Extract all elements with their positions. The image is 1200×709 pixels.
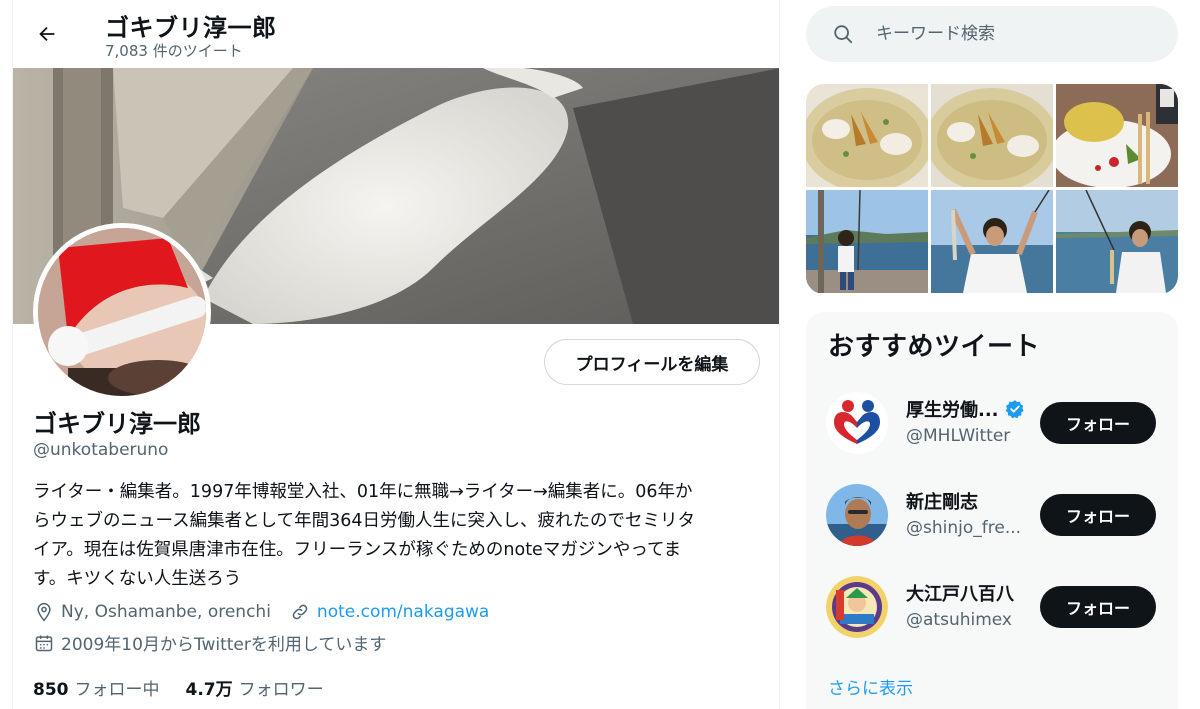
bio-line: イア。現在は佐賀県唐津市在住。フリーランスが稼ぐためのnoteマガジンやってま — [33, 540, 682, 560]
link-icon — [289, 601, 311, 623]
media-thumb-fishing-3[interactable] — [1056, 190, 1178, 293]
following-count: 850 — [33, 680, 69, 700]
recommended-handle: @MHLWitter — [906, 426, 1011, 446]
media-thumb-fishing-1[interactable] — [806, 190, 928, 293]
recommendations-title: おすすめツイート — [828, 332, 1041, 362]
profile-meta-row: Ny, Oshamanbe, orenchi note.com/nakagawa — [33, 601, 489, 623]
follow-button[interactable]: フォロー — [1040, 586, 1156, 628]
recommended-handle: @atsuhimex — [906, 610, 1012, 630]
profile-location: Ny, Oshamanbe, orenchi — [61, 602, 271, 622]
media-thumb-omelette[interactable] — [1056, 84, 1178, 187]
recommended-name: 厚生労働... — [906, 396, 1025, 422]
profile-column: ゴキブリ淳一郎 7,083 件のツイート プロフィールを編集 ゴキブリ淳一郎 @… — [12, 0, 780, 709]
back-button[interactable] — [31, 18, 63, 50]
recommended-account[interactable]: 新庄剛志 @shinjo_fre... フォロー — [806, 468, 1178, 558]
verified-badge-icon — [1005, 399, 1025, 419]
header-title: ゴキブリ淳一郎 — [105, 14, 277, 42]
search-bar[interactable] — [806, 6, 1178, 62]
tweet-count: 7,083 件のツイート — [105, 42, 243, 60]
media-thumb-fishing-2[interactable] — [931, 190, 1053, 293]
recommendations-panel: おすすめツイート 厚生労働... @MHLWitter フォロー 新庄剛志 @s… — [806, 312, 1178, 709]
recommended-account[interactable]: 大江戸八百八 @atsuhimex フォロー — [806, 560, 1178, 650]
recommended-name-text: 大江戸八百八 — [906, 584, 1014, 605]
profile-header-bar: ゴキブリ淳一郎 7,083 件のツイート — [13, 0, 779, 68]
show-more-link[interactable]: さらに表示 — [828, 674, 913, 699]
followers-count: 4.7万 — [185, 680, 233, 700]
profile-joined-date: 2009年10月からTwitterを利用しています — [61, 635, 387, 655]
media-thumb-ramen-2[interactable] — [931, 84, 1053, 187]
profile-handle: @unkotaberuno — [33, 440, 169, 460]
search-icon — [830, 21, 856, 47]
bio-line: ライター・編集者。1997年博報堂入社、01年に無職→ライター→編集者に。06年… — [33, 482, 693, 502]
avatar-photo — [38, 228, 206, 396]
bio-line: らウェブのニュース編集者として年間364日労働人生に突入し、疲れたのでセミリタ — [33, 511, 695, 531]
profile-bio: ライター・編集者。1997年博報堂入社、01年に無職→ライター→編集者に。06年… — [33, 478, 757, 594]
profile-website-link[interactable]: note.com/nakagawa — [317, 602, 489, 622]
followers-link[interactable]: 4.7万 フォロワー — [186, 675, 324, 700]
recommended-account[interactable]: 厚生労働... @MHLWitter フォロー — [806, 376, 1178, 466]
profile-avatar[interactable] — [33, 223, 211, 401]
recommended-handle: @shinjo_fre... — [906, 518, 1022, 538]
following-link[interactable]: 850 フォロー中 — [33, 675, 160, 700]
recommended-avatar — [826, 484, 888, 546]
recommended-name: 大江戸八百八 — [906, 580, 1014, 606]
media-grid — [806, 84, 1178, 294]
follow-button[interactable]: フォロー — [1040, 402, 1156, 444]
calendar-icon — [33, 632, 55, 654]
location-icon — [33, 601, 55, 623]
recommended-name: 新庄剛志 — [906, 488, 978, 514]
follow-stats: 850 フォロー中 4.7万 フォロワー — [33, 675, 324, 700]
profile-name: ゴキブリ淳一郎 — [33, 410, 201, 438]
follow-button[interactable]: フォロー — [1040, 494, 1156, 536]
bio-line: す。キツくない人生送ろう — [33, 569, 242, 589]
recommended-avatar — [826, 576, 888, 638]
following-label: フォロー中 — [74, 680, 160, 700]
recommended-name-text: 新庄剛志 — [906, 492, 978, 513]
edit-profile-button[interactable]: プロフィールを編集 — [544, 339, 760, 385]
recommended-avatar — [826, 392, 888, 454]
followers-label: フォロワー — [238, 680, 324, 700]
recommended-name-text: 厚生労働... — [906, 400, 999, 421]
media-thumb-ramen-1[interactable] — [806, 84, 928, 187]
profile-joined-row: 2009年10月からTwitterを利用しています — [33, 630, 386, 655]
arrow-left-icon — [39, 26, 55, 42]
search-input[interactable] — [876, 24, 1156, 44]
